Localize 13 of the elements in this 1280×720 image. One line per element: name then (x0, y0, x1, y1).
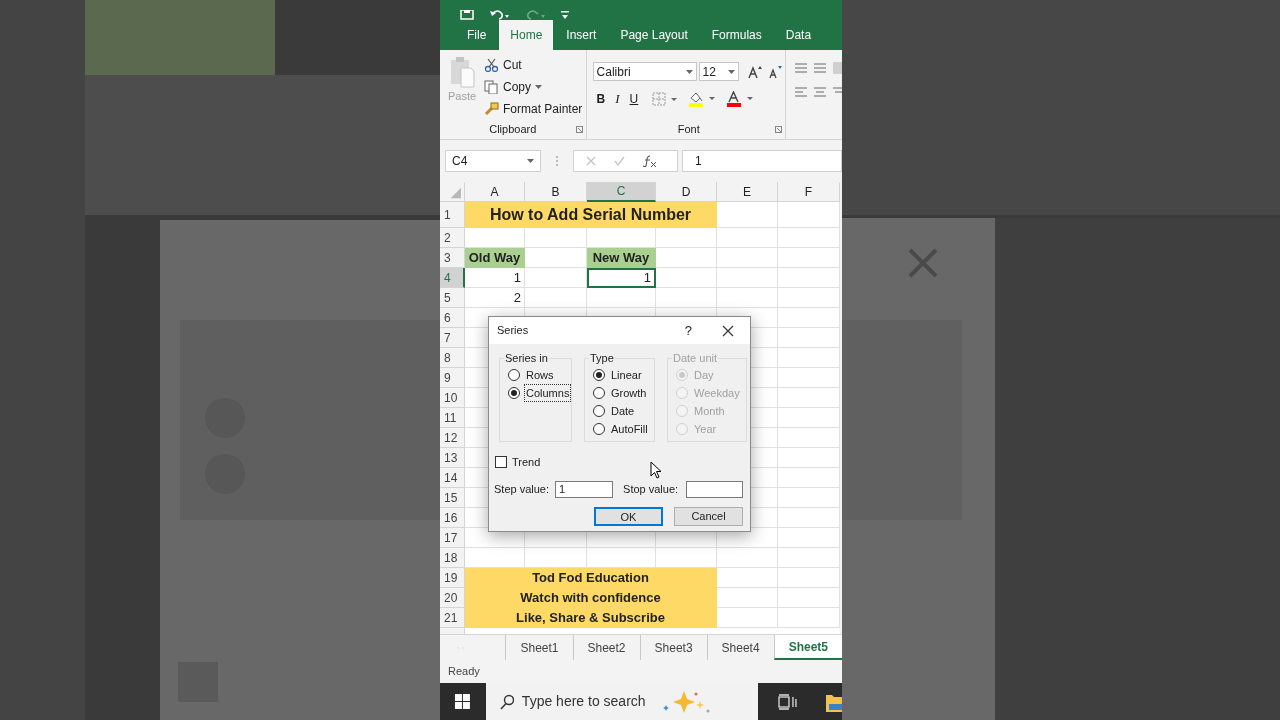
field-label: Step value: (494, 481, 550, 497)
radio-option: Year (676, 422, 746, 436)
field-label: Stop value: (623, 481, 679, 497)
status-text: Ready (448, 664, 480, 680)
radio-option: Day (676, 368, 746, 382)
group-label: Font (677, 121, 700, 137)
group-label: Clipboard (489, 121, 537, 137)
dialog-title: Series (497, 323, 529, 339)
radio-option: Weekday (676, 386, 746, 400)
group-label: Series in (504, 351, 549, 366)
group-label: Type (589, 351, 615, 366)
radio-option: Month (676, 404, 746, 418)
group-label: Date unit (672, 351, 719, 366)
